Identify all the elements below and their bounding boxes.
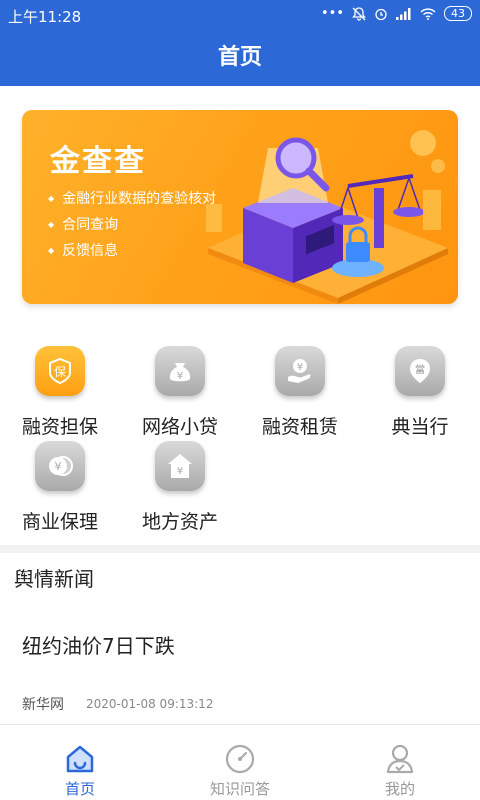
- coins-icon: ¥: [35, 441, 85, 491]
- grid-item-label: 地方资产: [141, 511, 218, 533]
- banner-illustration: [206, 130, 448, 304]
- news-section-title: 舆情新闻: [14, 567, 94, 591]
- banner-feature-item: 合同查询: [48, 212, 216, 238]
- grid-item-label: 典当行: [391, 416, 449, 438]
- tab-label: 我的: [384, 780, 415, 798]
- tab-home[interactable]: 首页: [0, 725, 160, 800]
- user-icon: [386, 744, 414, 774]
- news-timestamp: 2020-01-08 09:13:12: [86, 697, 214, 711]
- grid-icon-glyph: 保: [54, 365, 66, 379]
- grid-icon-glyph: ¥: [55, 460, 62, 473]
- section-divider: [0, 545, 480, 553]
- grid-icon-glyph: ¥: [297, 362, 303, 373]
- wifi-icon: [420, 7, 436, 20]
- grid-item-commercial-factoring[interactable]: ¥ 商业保理: [0, 435, 120, 533]
- app-header: 首页: [0, 30, 480, 86]
- news-list-item[interactable]: 纽约油价7日下跌 新华网 2020-01-08 09:13:12: [0, 608, 480, 726]
- signal-icon: [396, 7, 411, 20]
- battery-indicator: 43: [444, 6, 472, 21]
- grid-icon-glyph: ¥: [177, 371, 183, 382]
- compass-icon: [225, 744, 255, 774]
- shield-bao-icon: 保: [35, 346, 85, 396]
- status-bar: 上午11:28 ••• 43: [0, 0, 480, 30]
- grid-icon-glyph: ¥: [177, 466, 183, 477]
- news-source: 新华网: [22, 697, 64, 713]
- pawn-shop-icon: 當: [395, 346, 445, 396]
- more-dots-icon: •••: [320, 6, 344, 21]
- news-headline: 纽约油价7日下跌: [22, 634, 175, 658]
- money-bag-icon: ¥: [155, 346, 205, 396]
- grid-item-pawn-shop[interactable]: 當 典当行: [360, 340, 480, 438]
- tab-knowledge-qa[interactable]: 知识问答: [160, 725, 320, 800]
- grid-item-online-loan[interactable]: ¥ 网络小贷: [120, 340, 240, 438]
- bottom-tab-bar: 首页 知识问答 我的: [0, 724, 480, 800]
- grid-item-label: 融资租赁: [261, 416, 338, 438]
- tab-label: 首页: [64, 780, 95, 798]
- home-icon: [66, 745, 94, 773]
- hand-coin-icon: ¥: [275, 346, 325, 396]
- grid-item-local-assets[interactable]: ¥ 地方资产: [120, 435, 240, 533]
- tab-label: 知识问答: [209, 780, 270, 798]
- house-money-icon: ¥: [155, 441, 205, 491]
- page-title: 首页: [217, 45, 262, 70]
- grid-item-financing-guarantee[interactable]: 保 融资担保: [0, 340, 120, 438]
- banner-feature-item: 反馈信息: [48, 238, 216, 264]
- grid-item-financial-leasing[interactable]: ¥ 融资租赁: [240, 340, 360, 438]
- alarm-icon: [375, 8, 387, 20]
- grid-item-label: 商业保理: [21, 511, 98, 533]
- mute-bell-icon: [352, 6, 366, 21]
- banner-feature-list: 金融行业数据的查验核对 合同查询 反馈信息: [48, 186, 216, 264]
- banner-feature-item: 金融行业数据的查验核对: [48, 186, 216, 212]
- banner-title: 金查查: [50, 144, 146, 179]
- tab-profile[interactable]: 我的: [320, 725, 480, 800]
- grid-icon-glyph: 當: [415, 363, 425, 376]
- promo-banner[interactable]: 金查查 金融行业数据的查验核对 合同查询 反馈信息: [22, 110, 458, 304]
- status-icons: ••• 43: [321, 6, 472, 21]
- status-time: 上午11:28: [8, 8, 82, 26]
